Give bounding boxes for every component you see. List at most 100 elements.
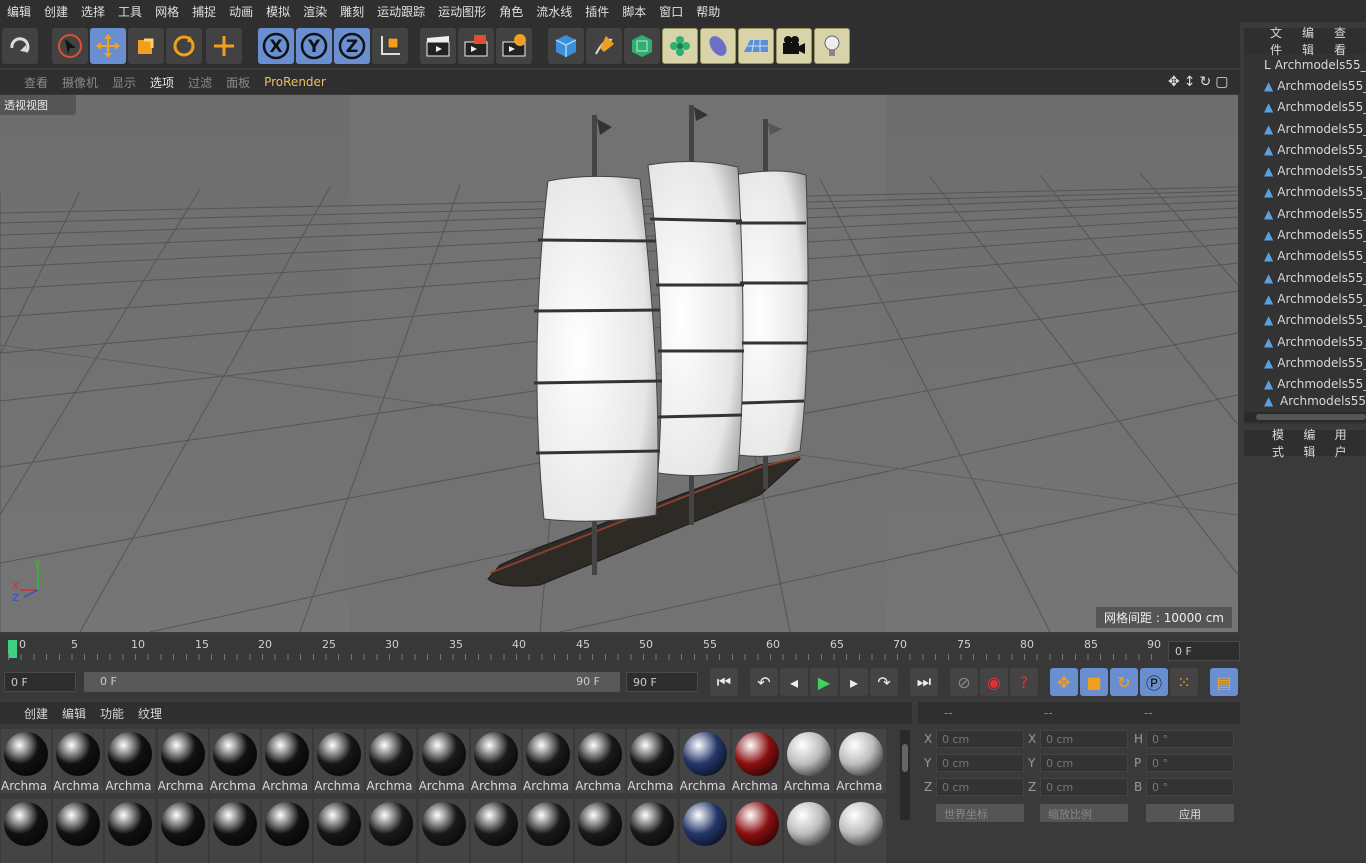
material-swatch[interactable] bbox=[575, 799, 626, 863]
size-y-field[interactable]: 0 cm bbox=[1040, 754, 1128, 772]
object-row[interactable]: ▲ Archmodels55_ bbox=[1244, 139, 1366, 160]
keyframe-help-button[interactable]: ? bbox=[1010, 668, 1038, 696]
size-z-field[interactable]: 0 cm bbox=[1040, 778, 1128, 796]
coordinate-system-button[interactable] bbox=[372, 28, 408, 64]
camera-button[interactable] bbox=[776, 28, 812, 64]
material-swatch[interactable]: Archma bbox=[53, 729, 104, 793]
subdivision-button[interactable] bbox=[624, 28, 660, 64]
material-swatch[interactable]: Archma bbox=[1, 729, 51, 793]
material-swatch[interactable] bbox=[157, 799, 208, 863]
material-swatch[interactable]: Archma bbox=[262, 729, 312, 793]
material-swatch[interactable] bbox=[627, 799, 678, 863]
material-swatch[interactable]: Archma bbox=[105, 729, 156, 793]
timeline-ruler[interactable]: 0 5 10 15 20 25 30 35 40 45 50 55 60 65 … bbox=[0, 636, 1240, 662]
rotate-tool-button[interactable] bbox=[166, 28, 202, 64]
object-row[interactable]: ▲ Archmodels55_ bbox=[1244, 267, 1366, 288]
material-swatch[interactable]: Archma bbox=[314, 729, 365, 793]
object-row[interactable]: ▲ Archmodels55_ bbox=[1244, 288, 1366, 309]
pos-y-field[interactable]: 0 cm bbox=[936, 754, 1024, 772]
material-swatch[interactable] bbox=[366, 799, 417, 863]
material-swatch[interactable] bbox=[262, 799, 312, 863]
material-swatch[interactable] bbox=[53, 799, 104, 863]
object-row[interactable]: ▲ Archmodels55 bbox=[1244, 395, 1366, 407]
render-view-button[interactable] bbox=[420, 28, 456, 64]
object-row[interactable]: ▲ Archmodels55_ bbox=[1244, 331, 1366, 352]
material-swatch[interactable] bbox=[836, 799, 887, 863]
deformer-button[interactable] bbox=[700, 28, 736, 64]
tab-edit[interactable]: 编辑 bbox=[1302, 24, 1320, 58]
timeline-window-button[interactable]: ▤ bbox=[1210, 668, 1238, 696]
preview-range-slider[interactable]: 0 F 90 F bbox=[84, 672, 620, 692]
rot-p-field[interactable]: 0 ° bbox=[1146, 754, 1234, 772]
x-axis-lock-button[interactable]: X bbox=[258, 28, 294, 64]
material-swatch[interactable] bbox=[418, 799, 469, 863]
menu-pipeline[interactable]: 流水线 bbox=[529, 3, 578, 20]
material-menu-function[interactable]: 功能 bbox=[100, 705, 124, 722]
scrollbar-thumb[interactable] bbox=[1256, 414, 1366, 420]
menu-render[interactable]: 渲染 bbox=[296, 3, 333, 20]
object-row[interactable]: ▲ Archmodels55_ bbox=[1244, 75, 1366, 96]
viewport-menu-prorender[interactable]: ProRender bbox=[264, 75, 326, 89]
menu-mesh[interactable]: 网格 bbox=[148, 3, 185, 20]
menu-select[interactable]: 选择 bbox=[74, 3, 111, 20]
material-swatch[interactable] bbox=[1, 799, 51, 863]
end-frame-field[interactable]: 90 F bbox=[626, 672, 698, 692]
key-rotation-button[interactable]: ↻ bbox=[1110, 668, 1138, 696]
viewport-menu-display[interactable]: 显示 bbox=[112, 74, 136, 91]
size-x-field[interactable]: 0 cm bbox=[1040, 730, 1128, 748]
material-swatch[interactable]: Archma bbox=[679, 729, 730, 793]
object-row[interactable]: L Archmodels55_ bbox=[1244, 54, 1366, 75]
pos-z-field[interactable]: 0 cm bbox=[936, 778, 1024, 796]
z-axis-lock-button[interactable]: Z bbox=[334, 28, 370, 64]
play-button[interactable]: ▶ bbox=[810, 668, 838, 696]
tab-user-data[interactable]: 用户 bbox=[1335, 426, 1352, 460]
scale-mode-dropdown[interactable]: 缩放比例 bbox=[1040, 804, 1128, 822]
menu-tools[interactable]: 工具 bbox=[111, 3, 148, 20]
perspective-viewport[interactable]: Y X Z 透视视图 网格间距 : 10000 cm bbox=[0, 95, 1238, 632]
material-swatch[interactable] bbox=[105, 799, 156, 863]
material-swatch[interactable] bbox=[314, 799, 365, 863]
material-swatch[interactable]: Archma bbox=[627, 729, 678, 793]
menu-motion-tracking[interactable]: 运动跟踪 bbox=[370, 3, 431, 20]
tab-file[interactable]: 文件 bbox=[1270, 24, 1288, 58]
material-swatch[interactable]: Archma bbox=[784, 729, 834, 793]
prev-frame-button[interactable]: ◂ bbox=[780, 668, 808, 696]
material-swatch[interactable]: Archma bbox=[836, 729, 887, 793]
select-tool-button[interactable] bbox=[52, 28, 88, 64]
menu-animate[interactable]: 动画 bbox=[222, 3, 259, 20]
transform-tool-button[interactable] bbox=[206, 28, 242, 64]
material-swatch[interactable]: Archma bbox=[209, 729, 260, 793]
material-menu-create[interactable]: 创建 bbox=[24, 705, 48, 722]
render-settings-button[interactable] bbox=[496, 28, 532, 64]
apply-button[interactable]: 应用 bbox=[1146, 804, 1234, 822]
scale-tool-button[interactable] bbox=[128, 28, 164, 64]
menu-mograph[interactable]: 运动图形 bbox=[431, 3, 492, 20]
undo-button[interactable] bbox=[2, 28, 38, 64]
material-swatch[interactable] bbox=[523, 799, 573, 863]
viewport-menu-options[interactable]: 选项 bbox=[150, 74, 174, 91]
object-row[interactable]: ▲ Archmodels55_ bbox=[1244, 352, 1366, 373]
viewport-menu-cameras[interactable]: 摄像机 bbox=[62, 74, 98, 91]
next-frame-button[interactable]: ▸ bbox=[840, 668, 868, 696]
maximize-icon[interactable]: ▢ bbox=[1215, 74, 1228, 90]
current-frame-field[interactable]: 0 F bbox=[1168, 641, 1240, 661]
key-pla-button[interactable]: ⁙ bbox=[1170, 668, 1198, 696]
pen-spline-button[interactable] bbox=[586, 28, 622, 64]
material-menu-edit[interactable]: 编辑 bbox=[62, 705, 86, 722]
next-key-button[interactable]: ↷ bbox=[870, 668, 898, 696]
light-button[interactable] bbox=[814, 28, 850, 64]
material-swatch[interactable]: Archma bbox=[523, 729, 573, 793]
move-tool-button[interactable] bbox=[90, 28, 126, 64]
object-list-scrollbar[interactable] bbox=[1244, 412, 1366, 422]
autokey-button[interactable]: ◉ bbox=[980, 668, 1008, 696]
menu-simulate[interactable]: 模拟 bbox=[259, 3, 296, 20]
object-row[interactable]: ▲ Archmodels55_ bbox=[1244, 246, 1366, 267]
world-coordinates-dropdown[interactable]: 世界坐标 bbox=[936, 804, 1024, 822]
object-row[interactable]: ▲ Archmodels55_ bbox=[1244, 160, 1366, 181]
material-menu-texture[interactable]: 纹理 bbox=[138, 705, 162, 722]
viewport-menu-filter[interactable]: 过滤 bbox=[188, 74, 212, 91]
start-frame-field[interactable]: 0 F bbox=[4, 672, 76, 692]
tab-mode[interactable]: 模式 bbox=[1272, 426, 1289, 460]
menu-window[interactable]: 窗口 bbox=[652, 3, 689, 20]
menu-help[interactable]: 帮助 bbox=[689, 3, 726, 20]
